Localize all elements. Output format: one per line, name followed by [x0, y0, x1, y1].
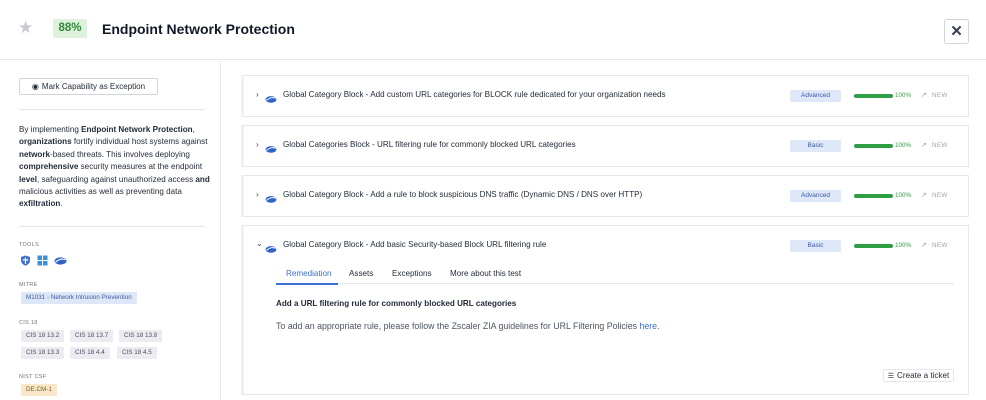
- desc-text: By implementing: [19, 125, 82, 134]
- chevron-right-icon[interactable]: ›: [256, 190, 259, 199]
- progress-bar: [854, 244, 893, 248]
- desc-text: , safeguarding against unauthorized acce…: [37, 174, 196, 184]
- close-icon[interactable]: ✕: [944, 19, 969, 44]
- desc-bold: and: [195, 174, 210, 184]
- tests-panel: › Global Category Block - Add custom URL…: [222, 61, 986, 400]
- cloud-icon: [265, 191, 277, 203]
- test-row[interactable]: › Global Category Block - Add a rule to …: [244, 176, 968, 216]
- tab-exceptions[interactable]: Exceptions: [392, 268, 432, 279]
- mitre-tag[interactable]: M1031 - Network Intrusion Prevention: [21, 292, 137, 304]
- tab-more-about[interactable]: More about this test: [450, 268, 521, 279]
- level-badge: Advanced: [790, 90, 841, 102]
- tools-label: TOOLS: [19, 242, 40, 248]
- desc-text: security measures at the endpoint: [78, 162, 203, 172]
- status-label: NEW: [932, 92, 948, 99]
- desc-bold: comprehensive: [19, 162, 79, 172]
- cloud-icon: [265, 141, 277, 153]
- progress-bar: [854, 144, 893, 148]
- trend-icon: ↗: [921, 142, 927, 149]
- test-row[interactable]: › Global Category Block - Add custom URL…: [244, 76, 968, 116]
- test-row[interactable]: ⌄ Global Category Block - Add basic Secu…: [244, 226, 968, 266]
- desc-text: -based threats. This involves deploying: [50, 149, 190, 159]
- divider: [19, 109, 205, 110]
- eye-off-icon: ◉: [31, 82, 39, 91]
- cis-tag[interactable]: CIS 18 13.7: [70, 330, 114, 342]
- create-ticket-button[interactable]: ☰ Create a ticket: [883, 369, 954, 382]
- tab-remediation[interactable]: Remediation: [286, 268, 331, 279]
- page-title: Endpoint Network Protection: [102, 21, 295, 37]
- windows-icon: [37, 253, 48, 265]
- desc-text: malicious activities as well as preventi…: [19, 187, 182, 197]
- progress-label: 100%: [895, 192, 912, 199]
- divider: [19, 226, 205, 227]
- shield-icon: [20, 253, 31, 266]
- status-label: NEW: [932, 242, 948, 249]
- star-icon[interactable]: ★: [18, 19, 33, 37]
- desc-text: .: [60, 199, 63, 209]
- test-card[interactable]: › Global Categories Block - URL filterin…: [241, 125, 969, 167]
- desc-bold: level: [19, 174, 38, 184]
- cis-tag[interactable]: CIS 18 4.4: [70, 347, 110, 359]
- desc-bold: exfiltration: [19, 199, 61, 209]
- test-card-expanded[interactable]: ⌄ Global Category Block - Add basic Secu…: [241, 225, 969, 395]
- desc-bold: organizations: [19, 137, 72, 147]
- progress-bar: [854, 94, 893, 98]
- test-card[interactable]: › Global Category Block - Add a rule to …: [241, 175, 969, 217]
- test-title: Global Category Block - Add a rule to bl…: [283, 190, 643, 199]
- level-badge: Basic: [790, 140, 841, 152]
- nist-tag[interactable]: DE.CM-1: [21, 384, 57, 396]
- tab-bar: Remediation Assets Exceptions More about…: [276, 266, 954, 285]
- test-title: Global Category Block - Add custom URL c…: [283, 90, 666, 99]
- remediation-heading: Add a URL filtering rule for commonly bl…: [276, 299, 517, 308]
- remediation-text: To add an appropriate rule, please follo…: [276, 321, 660, 331]
- desc-bold: Endpoint Network Protection: [81, 125, 193, 134]
- tab-assets[interactable]: Assets: [349, 268, 373, 279]
- test-title: Global Categories Block - URL filtering …: [283, 140, 576, 149]
- capability-description: By implementing Endpoint Network Protect…: [19, 124, 211, 211]
- progress-label: 100%: [895, 142, 912, 149]
- header: ★ 88% Endpoint Network Protection ✕: [0, 0, 986, 60]
- progress-label: 100%: [895, 92, 912, 99]
- status-label: NEW: [932, 192, 948, 199]
- test-card[interactable]: › Global Category Block - Add custom URL…: [241, 75, 969, 117]
- mitre-label: MITRE: [19, 282, 38, 288]
- trend-icon: ↗: [921, 242, 927, 249]
- cis-tag[interactable]: CIS 18 4.5: [117, 347, 157, 359]
- remediation-link[interactable]: here: [639, 321, 657, 331]
- level-badge: Basic: [790, 240, 841, 252]
- mark-exception-button[interactable]: ◉ Mark Capability as Exception: [19, 78, 158, 95]
- remediation-end: .: [657, 321, 660, 331]
- desc-text: fortify individual host systems against: [71, 137, 208, 147]
- mark-exception-label: Mark Capability as Exception: [41, 82, 146, 91]
- test-title: Global Category Block - Add basic Securi…: [283, 240, 547, 249]
- chevron-right-icon[interactable]: ›: [256, 90, 259, 99]
- test-row[interactable]: › Global Categories Block - URL filterin…: [244, 126, 968, 166]
- trend-icon: ↗: [921, 192, 927, 199]
- cloud-icon: [265, 241, 277, 253]
- cis-tag[interactable]: CIS 18 13.8: [119, 330, 163, 342]
- progress-label: 100%: [895, 242, 912, 249]
- nist-label: NIST CSF: [19, 374, 47, 380]
- chevron-down-icon[interactable]: ⌄: [256, 239, 263, 248]
- tools-list: [20, 252, 67, 266]
- progress-bar: [854, 194, 893, 198]
- trend-icon: ↗: [921, 92, 927, 99]
- ticket-icon: ☰: [887, 373, 895, 380]
- score-badge: 88%: [53, 19, 87, 38]
- status-label: NEW: [932, 142, 948, 149]
- level-badge: Advanced: [790, 190, 841, 202]
- sidebar: ◉ Mark Capability as Exception By impleme…: [0, 61, 221, 400]
- desc-bold: network: [19, 149, 51, 159]
- active-tab-indicator: [276, 283, 338, 285]
- create-ticket-label: Create a ticket: [897, 371, 950, 380]
- cloud-icon: [265, 91, 277, 103]
- cis-label: CIS 18: [19, 320, 38, 326]
- cis-tag[interactable]: CIS 18 13.3: [21, 347, 65, 359]
- chevron-right-icon[interactable]: ›: [256, 140, 259, 149]
- desc-text: ,: [192, 125, 195, 134]
- remediation-body: To add an appropriate rule, please follo…: [276, 321, 640, 331]
- cis-tag[interactable]: CIS 18 13.2: [21, 330, 65, 342]
- cloud-icon: [54, 253, 67, 265]
